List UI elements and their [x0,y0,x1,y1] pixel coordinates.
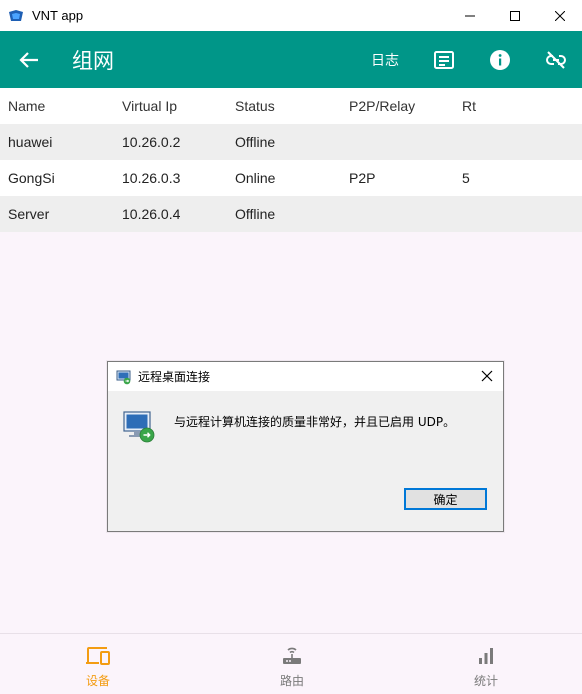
window-titlebar: VNT app [0,0,582,32]
bar-chart-icon [473,644,499,668]
minimize-button[interactable] [447,0,492,31]
link-off-icon [546,50,566,69]
cell-status: Offline [235,206,276,222]
dialog-titlebar: 远程桌面连接 [108,362,503,391]
table-row[interactable]: huawei 10.26.0.2 Offline [0,124,582,160]
cell-status: Offline [235,134,276,150]
log-button[interactable]: 日志 [371,50,399,70]
column-header-rt: Rt [462,98,476,114]
table-row[interactable]: GongSi 10.26.0.3 Online P2P 5 [0,160,582,196]
arrow-left-icon [19,51,38,68]
column-header-name: Name [8,98,46,114]
device-table: Name Virtual Ip Status P2P/Relay Rt huaw… [0,88,582,232]
table-row[interactable]: Server 10.26.0.4 Offline [0,196,582,232]
column-header-virtual-ip: Virtual Ip [122,98,177,114]
window-title: VNT app [32,8,84,23]
maximize-button[interactable] [492,0,537,31]
close-window-button[interactable] [537,0,582,31]
dialog-body: 与远程计算机连接的质量非常好，并且已启用 UDP。 确定 [108,391,503,531]
back-button[interactable] [17,48,41,72]
nav-label-devices: 设备 [85,674,110,688]
nav-label-statistics: 统计 [473,674,498,688]
bottom-navigation: 设备 路由 统计 [0,633,582,694]
page-title: 组网 [72,48,114,73]
monitor-connection-icon [122,409,156,443]
column-header-p2p-relay: P2P/Relay [349,98,416,114]
dialog-close-button[interactable] [479,368,495,384]
cell-virtual-ip: 10.26.0.4 [122,206,181,222]
table-header: Name Virtual Ip Status P2P/Relay Rt [0,88,582,124]
dialog-title: 远程桌面连接 [138,370,211,384]
router-icon [279,644,305,668]
cell-p2p-relay: P2P [349,170,376,186]
nav-item-statistics[interactable]: 统计 [426,634,546,694]
cell-virtual-ip: 10.26.0.3 [122,170,181,186]
remote-desktop-icon [116,369,132,385]
cell-name: Server [8,206,50,222]
nav-item-devices[interactable]: 设备 [38,634,158,694]
disconnect-button[interactable] [544,48,568,72]
dialog-message: 与远程计算机连接的质量非常好，并且已启用 UDP。 [174,415,456,429]
column-header-status: Status [235,98,275,114]
document-button[interactable] [432,48,456,72]
devices-icon [85,644,111,668]
cell-rt: 5 [462,170,470,186]
cell-name: huawei [8,134,53,150]
cell-name: GongSi [8,170,55,186]
document-list-icon [434,50,454,69]
cell-status: Online [235,170,276,186]
app-logo-icon [8,8,24,24]
nav-label-routes: 路由 [279,674,304,688]
close-icon [481,370,493,382]
info-icon [490,49,510,70]
nav-item-routes[interactable]: 路由 [232,634,352,694]
ok-button[interactable]: 确定 [404,488,487,510]
remote-desktop-dialog: 远程桌面连接 与远程计算机连接的质量非常好，并且已启用 UDP。 确定 [107,361,504,532]
info-button[interactable] [488,48,512,72]
app-bar: 组网 日志 [0,31,582,88]
cell-virtual-ip: 10.26.0.2 [122,134,181,150]
